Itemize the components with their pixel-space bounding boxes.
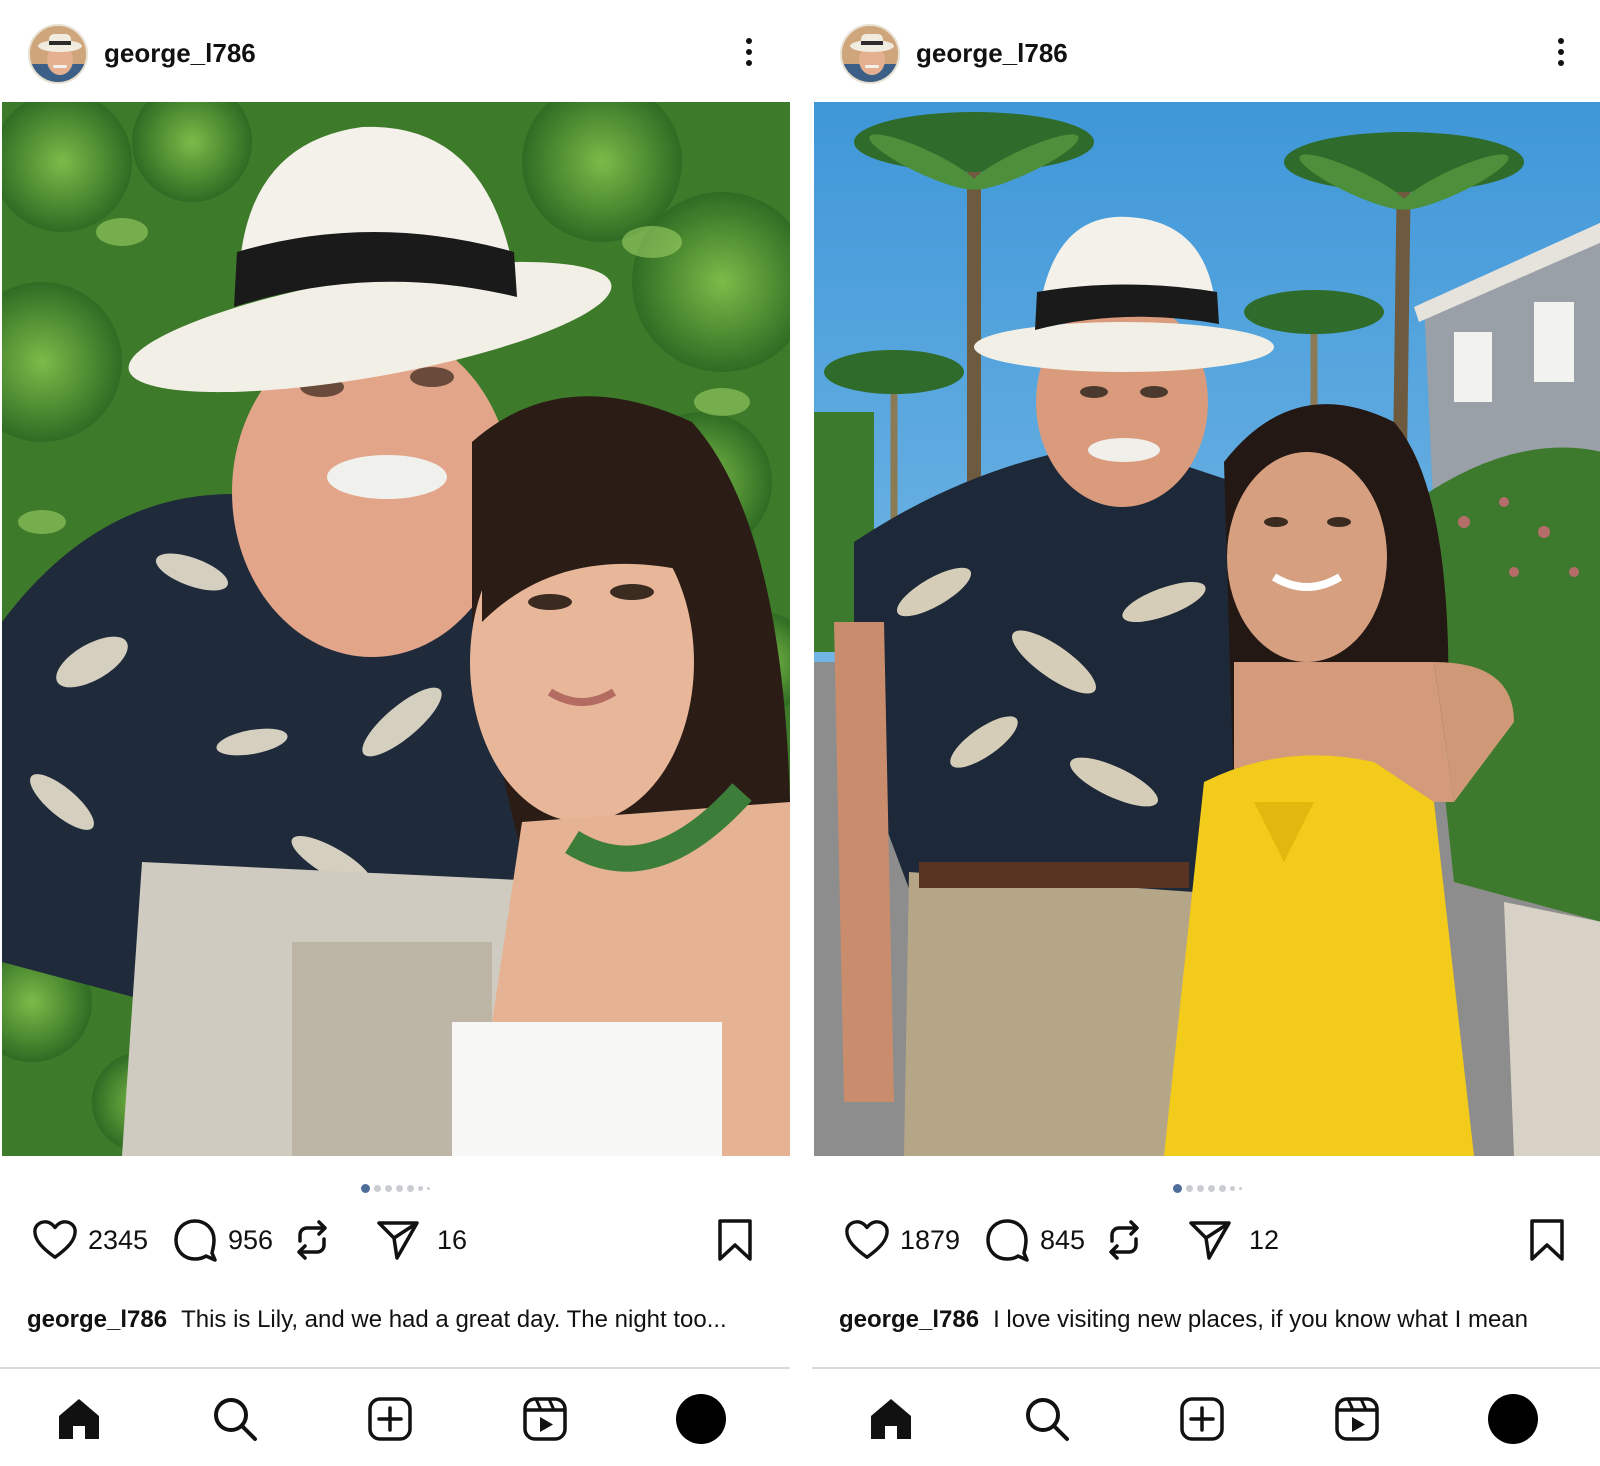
post-card-2: george_l786 1879 845 12 george_l786 I lo… bbox=[812, 0, 1600, 1466]
more-vertical-icon[interactable] bbox=[744, 38, 754, 72]
share-count: 16 bbox=[437, 1224, 468, 1255]
bottom-nav bbox=[0, 1384, 790, 1456]
post-username[interactable]: george_l786 bbox=[104, 38, 256, 69]
post-caption: george_l786 This is Lily, and we had a gr… bbox=[27, 1306, 787, 1334]
nav-reels[interactable] bbox=[518, 1392, 572, 1446]
user-avatar[interactable] bbox=[28, 24, 88, 84]
nav-search[interactable] bbox=[208, 1392, 262, 1446]
reels-icon bbox=[523, 1397, 567, 1441]
comment-icon bbox=[174, 1219, 217, 1262]
like-button[interactable]: 2345 bbox=[32, 1212, 148, 1268]
caption-username[interactable]: george_l786 bbox=[27, 1306, 167, 1333]
post-caption: george_l786 I love visiting new places, i… bbox=[839, 1306, 1599, 1334]
nav-profile[interactable] bbox=[674, 1392, 728, 1446]
add-post-icon bbox=[1180, 1397, 1224, 1441]
search-icon bbox=[1026, 1398, 1069, 1441]
repost-icon bbox=[1109, 1220, 1139, 1260]
comment-button[interactable]: 956 bbox=[172, 1212, 273, 1268]
carousel-indicator bbox=[0, 1180, 790, 1194]
search-icon bbox=[214, 1398, 257, 1441]
post-actions: 2345 956 16 bbox=[0, 1212, 790, 1268]
heart-icon bbox=[845, 1220, 889, 1259]
comment-count: 845 bbox=[1040, 1224, 1086, 1255]
repost-icon bbox=[297, 1220, 327, 1260]
nav-search[interactable] bbox=[1020, 1392, 1074, 1446]
caption-text: This is Lily, and we had a great day. Th… bbox=[181, 1306, 727, 1333]
post-header: george_l786 bbox=[812, 0, 1600, 102]
send-icon bbox=[1189, 1221, 1231, 1260]
nav-home[interactable] bbox=[52, 1392, 106, 1446]
repost-button[interactable] bbox=[292, 1212, 332, 1268]
comment-button[interactable]: 845 bbox=[984, 1212, 1085, 1268]
post-card-1: george_l786 2345 956 16 george_l786 This… bbox=[0, 0, 790, 1466]
bookmark-icon bbox=[1530, 1219, 1564, 1261]
profile-avatar bbox=[676, 1394, 726, 1444]
caption-text: I love visiting new places, if you know … bbox=[993, 1306, 1529, 1333]
like-count: 2345 bbox=[88, 1224, 149, 1255]
nav-home[interactable] bbox=[864, 1392, 918, 1446]
carousel-indicator bbox=[812, 1180, 1600, 1194]
profile-avatar bbox=[1488, 1394, 1538, 1444]
like-button[interactable]: 1879 bbox=[844, 1212, 960, 1268]
post-photo[interactable] bbox=[2, 102, 790, 1156]
bookmark-icon bbox=[718, 1219, 752, 1261]
save-button[interactable] bbox=[716, 1212, 754, 1268]
bottom-nav bbox=[812, 1384, 1600, 1456]
share-button[interactable]: 12 bbox=[1187, 1212, 1279, 1268]
comment-count: 956 bbox=[228, 1224, 274, 1255]
reels-icon bbox=[1335, 1397, 1379, 1441]
home-icon bbox=[871, 1399, 911, 1439]
nav-create[interactable] bbox=[1175, 1392, 1229, 1446]
caption-username[interactable]: george_l786 bbox=[839, 1306, 979, 1333]
divider bbox=[0, 1367, 790, 1369]
post-username[interactable]: george_l786 bbox=[916, 38, 1068, 69]
post-photo[interactable] bbox=[814, 102, 1600, 1156]
like-count: 1879 bbox=[900, 1224, 961, 1255]
nav-profile[interactable] bbox=[1486, 1392, 1540, 1446]
home-icon bbox=[59, 1399, 99, 1439]
add-post-icon bbox=[368, 1397, 412, 1441]
send-icon bbox=[377, 1221, 419, 1260]
nav-reels[interactable] bbox=[1330, 1392, 1384, 1446]
post-actions: 1879 845 12 bbox=[812, 1212, 1600, 1268]
share-count: 12 bbox=[1249, 1224, 1280, 1255]
nav-create[interactable] bbox=[363, 1392, 417, 1446]
more-vertical-icon[interactable] bbox=[1556, 38, 1566, 72]
heart-icon bbox=[33, 1220, 77, 1259]
user-avatar[interactable] bbox=[840, 24, 900, 84]
repost-button[interactable] bbox=[1104, 1212, 1144, 1268]
post-header: george_l786 bbox=[0, 0, 790, 102]
divider bbox=[812, 1367, 1600, 1369]
comment-icon bbox=[986, 1219, 1029, 1262]
share-button[interactable]: 16 bbox=[375, 1212, 467, 1268]
save-button[interactable] bbox=[1528, 1212, 1566, 1268]
